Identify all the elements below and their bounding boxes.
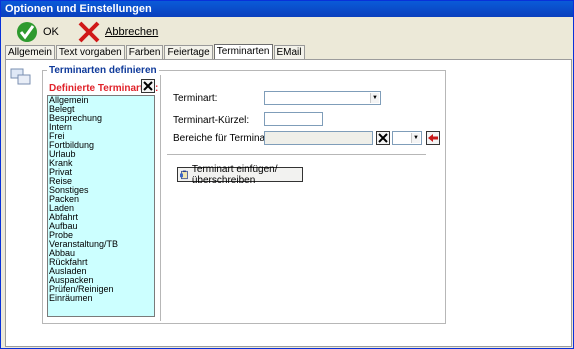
bereiche-label: Bereiche für Terminart: [173,133,274,144]
kuerzel-label: Terminart-Kürzel: [173,115,250,126]
tab-panel: Terminarten definieren Definierte Termin… [5,59,572,347]
divider-vertical [160,75,161,321]
tab-farben[interactable]: Farben [125,45,164,59]
windows-icon [10,68,31,85]
tab-feiertage[interactable]: Feiertage [164,45,213,59]
clipboard-icon [180,170,188,179]
bereiche-field[interactable] [264,131,373,145]
ok-button[interactable]: OK [15,19,59,45]
insert-terminart-button[interactable]: Terminart einfügen/überschreiben [177,164,303,186]
options-window: Optionen und Einstellungen OK Abbrechen … [0,0,574,349]
tab-strip: Allgemein Text vorgaben Farben Feiertage… [5,44,306,59]
divider-horizontal [167,154,426,155]
delete-button[interactable] [141,79,155,93]
red-x-icon [78,21,100,43]
bereiche-clear-button[interactable] [376,131,390,145]
group-title: Terminarten definieren [47,65,159,76]
cancel-button[interactable]: Abbrechen [77,19,158,45]
terminarten-group: Terminarten definieren Definierte Termin… [42,65,446,324]
add-bereich-button[interactable] [426,131,440,145]
tab-allgemein[interactable]: Allgemein [5,45,55,59]
tab-terminarten[interactable]: Terminarten [213,44,273,59]
terminarten-list[interactable]: Allgemein Belegt Besprechung Intern Frei Fort… [47,95,155,317]
toolbar: OK Abbrechen [1,17,573,45]
chevron-down-icon[interactable]: ▼ [411,133,420,143]
window-title: Optionen und Einstellungen [1,1,573,17]
kuerzel-field[interactable] [264,112,323,126]
red-arrow-left-icon [428,134,438,142]
terminart-label: Terminart: [173,93,218,104]
chevron-down-icon[interactable]: ▼ [370,93,379,103]
ok-label: OK [43,26,59,38]
checkmark-icon [17,22,37,42]
tab-email[interactable]: EMail [273,45,305,59]
delete-x-icon [143,81,153,91]
insert-button-label: Terminart einfügen/überschreiben [191,163,278,186]
delete-x-icon [378,133,388,143]
cancel-label: Abbrechen [105,26,159,38]
terminart-combo[interactable]: ▼ [264,91,381,105]
list-item[interactable]: Einräumen [48,294,154,303]
bereiche-select[interactable]: ▼ [392,131,422,145]
tab-text-vorgaben[interactable]: Text vorgaben [55,45,125,59]
